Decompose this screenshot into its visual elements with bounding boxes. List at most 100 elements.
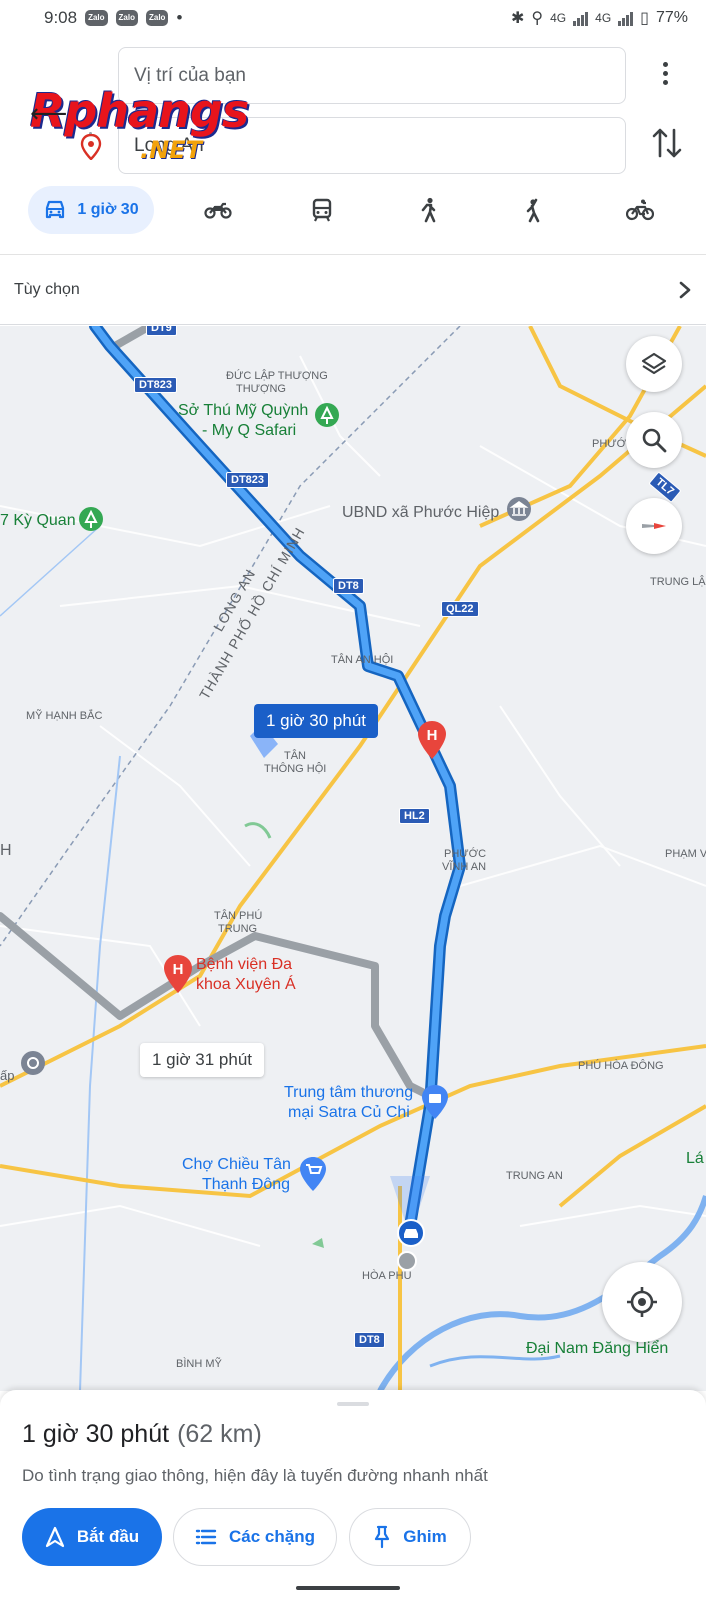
place-label: PHẠM VĂ bbox=[665, 848, 706, 860]
search-along-route-button[interactable] bbox=[626, 412, 682, 468]
layers-icon bbox=[641, 352, 667, 375]
clock: 9:08 bbox=[44, 8, 78, 27]
layers-button[interactable] bbox=[626, 336, 682, 392]
place-label: TÂN PHÚ bbox=[214, 910, 263, 922]
zalo-icon: Zalo bbox=[85, 10, 108, 26]
mode-bicycle[interactable] bbox=[618, 186, 662, 234]
road-shield: HL2 bbox=[399, 808, 430, 824]
road-shield: DT823 bbox=[134, 377, 178, 393]
map-canvas bbox=[0, 326, 706, 1391]
my-location-button[interactable] bbox=[602, 1262, 682, 1342]
compass-button[interactable] bbox=[626, 498, 682, 554]
mode-walking[interactable] bbox=[408, 186, 448, 234]
search-icon bbox=[642, 428, 667, 453]
duration-text: 1 giờ 30 phút bbox=[22, 1420, 170, 1448]
park-icon[interactable] bbox=[76, 506, 106, 540]
sheet-handle[interactable] bbox=[337, 1402, 369, 1406]
bicycle-icon bbox=[626, 199, 654, 221]
mode-motorbike[interactable] bbox=[196, 186, 240, 234]
walk-icon bbox=[421, 197, 436, 223]
poi-hospital-label-2[interactable]: khoa Xuyên Á bbox=[196, 976, 296, 994]
zalo-icon: Zalo bbox=[115, 10, 138, 26]
watermark-subtext: .NET bbox=[140, 136, 202, 164]
route-alt-label[interactable]: 1 giờ 31 phút bbox=[140, 1043, 264, 1077]
poi-zoo-label-2[interactable]: - My Q Safari bbox=[202, 422, 296, 440]
place-label: BÌNH MỸ bbox=[176, 1358, 222, 1370]
steps-button[interactable]: Các chặng bbox=[173, 1508, 337, 1566]
poi-dai-nam-label[interactable]: Đại Nam Đăng Hiển bbox=[526, 1340, 668, 1358]
place-label: PHƯỚC bbox=[444, 848, 487, 860]
poi-market-label-2[interactable]: Thạnh Đông bbox=[202, 1176, 290, 1194]
back-arrow-icon[interactable]: ⟵ bbox=[30, 98, 67, 129]
road-shield: DT9 bbox=[146, 326, 177, 336]
poi-ubnd-label[interactable]: UBND xã Phước Hiệp bbox=[342, 504, 499, 522]
pin-icon bbox=[375, 1525, 390, 1549]
signal-icon-2 bbox=[618, 10, 634, 26]
pin-button[interactable]: Ghim bbox=[349, 1508, 471, 1566]
start-point-icon bbox=[397, 1251, 417, 1271]
chevron-right-icon bbox=[679, 281, 691, 298]
route-options-row[interactable]: Tùy chọn bbox=[0, 255, 706, 325]
poi-hospital-label[interactable]: Bệnh viện Đa bbox=[196, 956, 292, 974]
place-label: ĐỨC LẬP THƯỢNG bbox=[226, 370, 328, 382]
government-icon[interactable] bbox=[504, 494, 534, 524]
battery-icon: ▯ bbox=[640, 10, 649, 27]
more-notifications-icon: • bbox=[176, 8, 183, 27]
road-shield: DT823 bbox=[226, 472, 270, 488]
place-label: TÂN bbox=[284, 750, 306, 762]
route-duration: 1 giờ 30 phút (62 km) bbox=[22, 1420, 262, 1449]
place-label: PHÚ HÒA ĐÔNG bbox=[578, 1060, 664, 1072]
map-view[interactable]: DT9 DT823 DT823 DT8 QL22 HL2 DT8 TL7 ĐỨC… bbox=[0, 326, 706, 1391]
poi-satra-label-2[interactable]: mại Satra Củ Chi bbox=[288, 1104, 410, 1122]
current-location-car-icon bbox=[397, 1219, 425, 1247]
motorbike-icon bbox=[204, 202, 232, 219]
transit-icon bbox=[312, 198, 332, 222]
place-label: TRUNG LẬP bbox=[650, 576, 706, 588]
poi-zoo-label[interactable]: Sở Thú Mỹ Quỳnh bbox=[178, 402, 308, 420]
watermark-logo: ⟵ Rphangs .NET bbox=[30, 88, 250, 172]
hospital-icon[interactable]: H bbox=[416, 720, 448, 760]
park-icon[interactable] bbox=[312, 402, 342, 432]
place-label: THƯỢNG bbox=[236, 383, 286, 395]
temple-icon[interactable] bbox=[18, 1048, 48, 1078]
ride-hail-icon bbox=[526, 198, 540, 223]
route-primary-label[interactable]: 1 giờ 30 phút bbox=[254, 704, 378, 738]
system-nav-handle[interactable] bbox=[296, 1586, 400, 1590]
hospital-icon[interactable]: H bbox=[162, 954, 194, 994]
place-label: TÂN AN HỘI bbox=[331, 654, 394, 666]
more-options-icon[interactable] bbox=[650, 58, 680, 88]
shopping-icon[interactable] bbox=[420, 1084, 450, 1120]
place-label: VĨNH AN bbox=[442, 861, 487, 873]
svg-text:H: H bbox=[173, 961, 184, 978]
location-icon: ⚲ bbox=[531, 10, 544, 27]
poi-market-label[interactable]: Chợ Chiều Tân bbox=[182, 1156, 291, 1174]
car-icon bbox=[46, 200, 65, 219]
place-label: MỸ HẠNH BẮC bbox=[26, 710, 103, 722]
bluetooth-icon: ✱ bbox=[511, 10, 525, 27]
mode-transit[interactable] bbox=[302, 186, 342, 234]
mode-driving[interactable]: 1 giờ 30 bbox=[28, 186, 154, 234]
cart-icon[interactable] bbox=[298, 1156, 328, 1192]
route-options-label: Tùy chọn bbox=[14, 280, 80, 298]
list-icon bbox=[195, 1529, 217, 1545]
start-button-label: Bắt đầu bbox=[76, 1527, 140, 1546]
mode-ride-hail[interactable] bbox=[514, 186, 554, 234]
svg-text:H: H bbox=[427, 727, 438, 744]
start-button[interactable]: Bắt đầu bbox=[22, 1508, 162, 1566]
swap-icon[interactable] bbox=[650, 124, 684, 162]
mode-driving-time: 1 giờ 30 bbox=[77, 201, 139, 218]
signal-icon bbox=[573, 10, 589, 26]
network-type-2: 4G bbox=[595, 11, 612, 25]
distance-text: (62 km) bbox=[177, 1420, 262, 1448]
route-summary-sheet: 1 giờ 30 phút (62 km) Do tình trạng giao … bbox=[0, 1390, 706, 1600]
poi-satra-label[interactable]: Trung tâm thương bbox=[284, 1084, 413, 1102]
place-label: THÔNG HỘI bbox=[264, 763, 327, 775]
place-label: ấp bbox=[0, 1068, 15, 1083]
poi-partial-label[interactable]: Lá bbox=[686, 1150, 704, 1168]
road-shield: DT8 bbox=[354, 1332, 385, 1348]
road-shield: DT8 bbox=[333, 578, 364, 594]
network-type: 4G bbox=[550, 11, 567, 25]
road-shield: QL22 bbox=[441, 601, 479, 617]
poi-ky-quan-label[interactable]: 7 Kỳ Quan bbox=[0, 512, 76, 530]
place-label: TRUNG AN bbox=[506, 1170, 563, 1182]
